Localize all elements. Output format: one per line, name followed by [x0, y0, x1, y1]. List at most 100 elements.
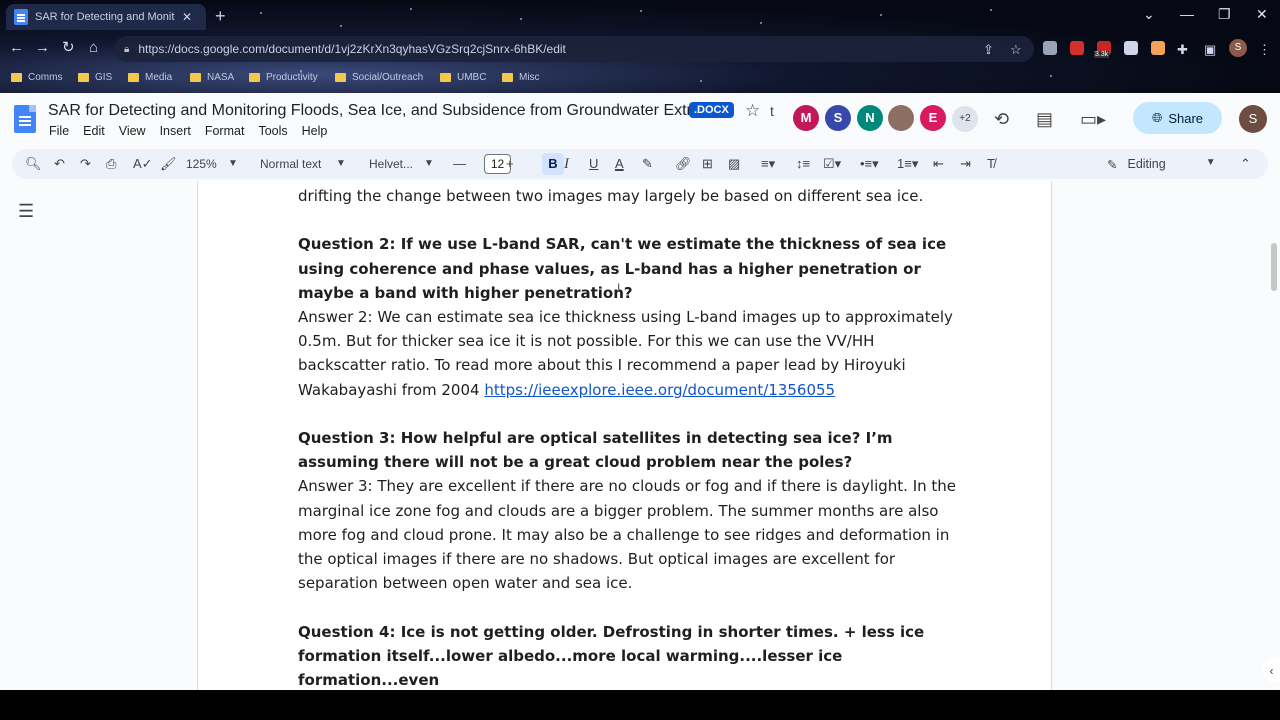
bookmarks-bar: Comms GIS Media NASA Productivity Social… — [0, 68, 1280, 88]
menu-view[interactable]: View — [119, 124, 146, 138]
italic-button[interactable]: I — [564, 156, 569, 172]
folder-icon — [11, 73, 22, 82]
link-icon[interactable]: 🔗︎ — [675, 156, 692, 172]
extension-badge: 3.3k — [1094, 51, 1110, 58]
formatting-toolbar: 🔍︎ ↶ ↷ ⎙ A✓ 🖌︎ 125% ▼ Normal text ▼ Helv… — [12, 149, 1268, 179]
close-window-icon[interactable]: ✕ — [1256, 6, 1268, 23]
clear-formatting-icon[interactable]: T̸ — [987, 156, 995, 172]
search-menus-icon[interactable]: 🔍︎ — [25, 156, 42, 172]
collapse-menus-icon[interactable]: ⌃ — [1240, 156, 1251, 172]
bookmark-star-icon[interactable]: ☆ — [1010, 42, 1022, 58]
undo-icon[interactable]: ↶ — [54, 156, 65, 172]
checklist-icon[interactable]: ☑▾ — [823, 156, 841, 172]
text-color-button[interactable]: A — [615, 156, 624, 172]
question-4: Question 4: Ice is not getting older. De… — [298, 622, 925, 690]
document-body[interactable]: drifting the change between two images m… — [298, 184, 958, 690]
style-select[interactable]: Normal text — [260, 157, 321, 171]
bookmark-folder[interactable]: Media — [128, 72, 172, 83]
decrease-font-size-icon[interactable]: — — [453, 156, 466, 172]
tab-close-icon[interactable]: ✕ — [182, 10, 192, 24]
increase-indent-icon[interactable]: ⇥ — [960, 156, 971, 172]
extension-icon[interactable] — [1151, 41, 1165, 55]
screen-capture-icon[interactable] — [1124, 41, 1138, 55]
add-comment-icon[interactable]: ⊞ — [702, 156, 713, 172]
back-icon[interactable]: ← — [9, 40, 24, 56]
bookmark-folder[interactable]: UMBC — [440, 72, 486, 83]
bookmark-folder[interactable]: Productivity — [249, 72, 318, 83]
insert-image-icon[interactable]: ▨ — [728, 156, 740, 172]
paper-link[interactable]: https://ieeexplore.ieee.org/document/135… — [484, 381, 835, 399]
folder-icon — [249, 73, 260, 82]
align-icon[interactable]: ≡▾ — [761, 156, 775, 172]
scrollbar[interactable] — [1271, 243, 1277, 291]
redo-icon[interactable]: ↷ — [80, 156, 91, 172]
print-icon[interactable]: ⎙ — [106, 156, 116, 172]
side-panel-icon[interactable]: ▣ — [1204, 42, 1216, 58]
editing-mode-select[interactable]: ✎ Editing ▼ — [1107, 157, 1216, 172]
bulleted-list-icon[interactable]: •≡▾ — [860, 156, 879, 172]
menu-file[interactable]: File — [49, 124, 69, 138]
highlight-icon[interactable]: ✎ — [642, 156, 653, 172]
empty-line — [298, 208, 958, 232]
folder-icon — [128, 73, 139, 82]
bookmark-folder[interactable]: GIS — [78, 72, 112, 83]
pdf-extension-icon[interactable] — [1070, 41, 1084, 55]
menu-format[interactable]: Format — [205, 124, 245, 138]
text-cursor-icon: I — [617, 281, 621, 295]
bookmark-folder[interactable]: Misc — [502, 72, 540, 83]
line-spacing-icon[interactable]: ↕≡ — [796, 156, 810, 172]
move-folder-icon[interactable]: t — [770, 103, 774, 119]
side-panel-toggle[interactable]: ‹ — [1263, 659, 1280, 683]
decrease-indent-icon[interactable]: ⇤ — [933, 156, 944, 172]
font-select[interactable]: Helvet... — [369, 157, 413, 171]
menu-tools[interactable]: Tools — [258, 124, 287, 138]
restore-icon[interactable]: ❐ — [1218, 6, 1231, 23]
document-title[interactable]: SAR for Detecting and Monitoring Floods,… — [48, 102, 714, 120]
bookmark-folder[interactable]: Comms — [11, 72, 62, 83]
numbered-list-icon[interactable]: 1≡▾ — [897, 156, 918, 172]
browser-menu-icon[interactable]: ⋮ — [1258, 42, 1271, 58]
bookmark-folder[interactable]: NASA — [190, 72, 234, 83]
extension-icon[interactable] — [1043, 41, 1057, 55]
reload-icon[interactable]: ↻ — [62, 40, 75, 56]
browser-tab[interactable]: SAR for Detecting and Monitoring ✕ — [6, 4, 206, 30]
version-history-icon[interactable]: ⟲ — [994, 109, 1009, 130]
bold-button[interactable]: B — [542, 153, 564, 175]
chevron-down-icon[interactable]: ▼ — [336, 156, 346, 172]
menu-edit[interactable]: Edit — [83, 124, 105, 138]
account-avatar[interactable]: S — [1239, 105, 1267, 133]
share-button[interactable]: 🌐︎ Share — [1133, 102, 1222, 134]
comments-icon[interactable]: ▤ — [1036, 109, 1053, 130]
collaborator-avatar[interactable]: M — [793, 105, 819, 131]
paint-format-icon[interactable]: 🖌︎ — [160, 156, 177, 172]
menu-help[interactable]: Help — [302, 124, 328, 138]
document-page[interactable]: drifting the change between two images m… — [197, 181, 1052, 690]
extensions-puzzle-icon[interactable]: ✚ — [1177, 42, 1188, 58]
zoom-select[interactable]: 125% — [186, 157, 217, 171]
underline-button[interactable]: U — [589, 156, 598, 172]
meet-icon[interactable]: ▭▸ — [1080, 109, 1106, 130]
share-page-icon[interactable]: ⇪ — [983, 42, 994, 58]
more-collaborators[interactable]: +2 — [952, 106, 978, 132]
spellcheck-icon[interactable]: A✓ — [133, 156, 153, 172]
minimize-icon[interactable]: — — [1180, 6, 1194, 22]
collaborator-avatar[interactable]: N — [857, 105, 883, 131]
chevron-down-icon[interactable]: ▼ — [228, 156, 238, 172]
docs-logo-icon[interactable] — [14, 105, 36, 133]
tab-search-icon[interactable]: ⌄ — [1143, 6, 1155, 23]
star-icon[interactable]: ☆ — [745, 101, 760, 121]
forward-icon[interactable]: → — [35, 40, 50, 56]
docs-favicon-icon — [14, 9, 28, 25]
document-outline-icon[interactable]: ☰ — [18, 201, 34, 222]
home-icon[interactable]: ⌂ — [89, 40, 98, 56]
address-bar[interactable]: 🔒︎ https://docs.google.com/document/d/1v… — [114, 36, 1034, 62]
collaborator-photo-avatar[interactable] — [888, 105, 914, 131]
bookmark-folder[interactable]: Social/Outreach — [335, 72, 423, 83]
browser-profile-avatar[interactable]: S — [1229, 39, 1247, 57]
increase-font-size-icon[interactable]: + — [506, 156, 514, 172]
new-tab-button[interactable]: + — [215, 7, 226, 25]
menu-insert[interactable]: Insert — [160, 124, 191, 138]
chevron-down-icon[interactable]: ▼ — [424, 156, 434, 172]
collaborator-avatar[interactable]: S — [825, 105, 851, 131]
collaborator-avatar[interactable]: E — [920, 105, 946, 131]
